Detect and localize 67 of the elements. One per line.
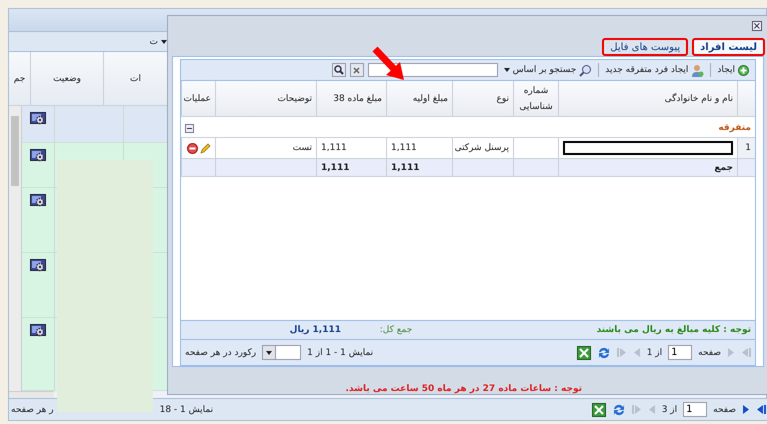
create-button[interactable]: ایجاد — [715, 64, 751, 76]
page-field[interactable]: 1 — [668, 345, 692, 360]
column-header[interactable]: نوع — [452, 81, 513, 116]
search-button[interactable] — [332, 63, 346, 77]
column-header[interactable]: شماره شناسایی — [513, 81, 558, 116]
row-number: 1 — [737, 138, 755, 158]
column-header[interactable]: نام و نام خانوادگی — [558, 81, 737, 116]
column-header[interactable]: عملیات — [181, 81, 215, 116]
per-page-label: رکورد در هر صفحه — [185, 348, 256, 358]
grand-total-value: 1,111 ریال — [290, 325, 341, 335]
next-page-icon[interactable] — [742, 404, 750, 415]
paging-summary: نمایش 1 - 1 از 1 — [307, 348, 374, 358]
toolbar-label[interactable]: ت — [150, 36, 158, 46]
column-header[interactable]: توضیحات — [215, 81, 316, 116]
page-label: صفحه — [698, 348, 721, 358]
group-label: متفرقه — [718, 123, 751, 133]
caret-icon — [504, 68, 510, 72]
grand-total-label: جمع کل: — [378, 325, 414, 335]
column-header[interactable]: جم — [9, 52, 31, 105]
clear-button[interactable] — [350, 63, 364, 77]
table-cell: 1,111 — [386, 138, 452, 158]
per-page-label: ر هر صفحه — [11, 404, 54, 414]
spreadsheet-icon[interactable] — [576, 346, 591, 360]
search-icon — [334, 65, 344, 75]
create-person-button[interactable]: ایجاد فرد متفرقه جدید — [603, 64, 706, 76]
spreadsheet-icon[interactable] — [592, 402, 606, 416]
caret-icon — [161, 40, 167, 44]
gear-icon[interactable] — [30, 194, 46, 208]
caret-icon — [266, 350, 272, 354]
page-field[interactable]: 1 — [683, 402, 708, 417]
person-icon — [691, 64, 704, 76]
column-header[interactable]: مبلغ ماده 38 — [316, 81, 386, 116]
gear-icon[interactable] — [30, 324, 46, 338]
table-cell: تست — [215, 138, 316, 158]
page-count: از 1 — [646, 348, 662, 358]
paging-summary: نمایش 1 - 18 — [160, 404, 214, 414]
delete-icon[interactable] — [186, 142, 198, 154]
refresh-icon[interactable] — [612, 402, 626, 416]
close-icon — [353, 66, 360, 74]
column-header[interactable]: مبلغ اولیه — [386, 81, 452, 116]
collapse-icon[interactable] — [185, 124, 194, 132]
gear-icon[interactable] — [30, 259, 46, 273]
tab[interactable]: لیست افراد — [692, 38, 765, 56]
edit-icon[interactable] — [200, 142, 210, 154]
table-cell: پرسنل شرکتی — [452, 138, 513, 158]
gear-icon[interactable] — [30, 149, 46, 163]
page-size-dropdown[interactable] — [262, 345, 302, 360]
plus-icon — [738, 64, 749, 76]
total-label: جمع — [558, 159, 737, 176]
column-header[interactable]: وضعیت — [31, 52, 104, 105]
close-button[interactable]: × — [752, 21, 762, 31]
scrollbar[interactable] — [9, 106, 22, 391]
last-page-icon[interactable] — [756, 404, 766, 415]
search-by-button[interactable]: جستجو بر اساس — [502, 64, 594, 76]
table-cell: 1,111 — [316, 138, 386, 158]
search-icon — [579, 64, 592, 76]
page-count: از 3 — [662, 404, 678, 414]
total-cell: 1,111 — [386, 159, 452, 176]
scrollbar[interactable] — [9, 391, 54, 398]
total-cell: 1,111 — [316, 159, 386, 176]
page-label: صفحه — [713, 404, 736, 414]
footer-note: توجه : کلیه مبالغ به ریال می باشند — [596, 325, 751, 335]
search-field[interactable] — [368, 63, 498, 77]
tab[interactable]: پیوست های فایل — [602, 38, 688, 56]
warning-note: توجه : ساعات ماده 27 در هر ماه 50 ساعت می باشد. — [344, 383, 583, 394]
gear-icon[interactable] — [30, 112, 46, 126]
refresh-icon[interactable] — [596, 346, 611, 360]
